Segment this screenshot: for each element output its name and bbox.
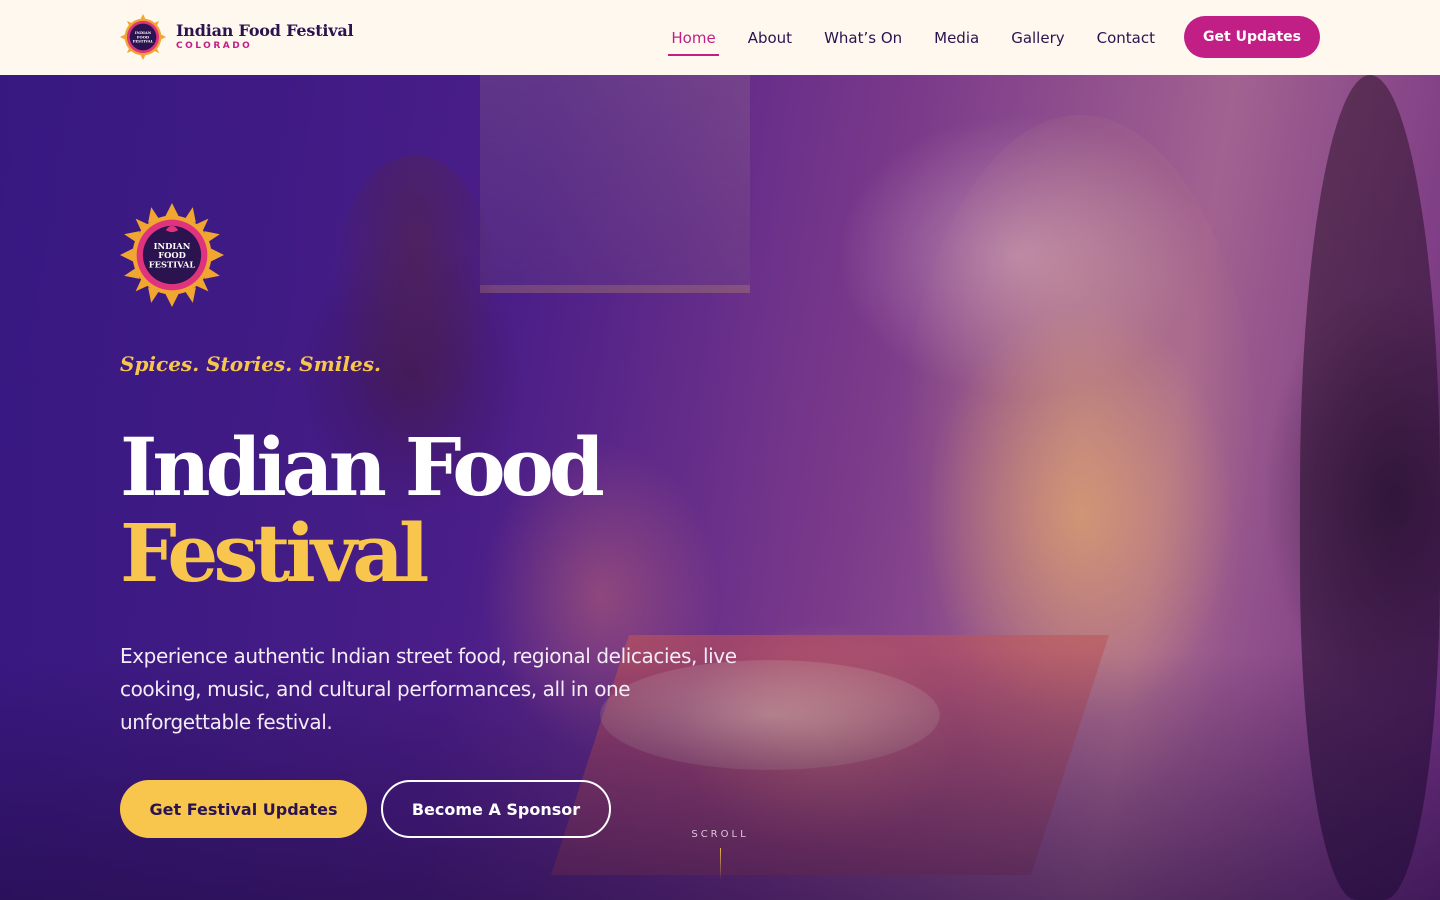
brand-name: Indian Food Festival xyxy=(176,21,354,40)
get-festival-updates-button[interactable]: Get Festival Updates xyxy=(120,780,367,838)
nav-home[interactable]: Home xyxy=(668,23,720,56)
get-updates-button[interactable]: Get Updates xyxy=(1184,16,1320,58)
festival-badge-icon: INDIAN FOOD FESTIVAL xyxy=(120,203,224,307)
nav-gallery[interactable]: Gallery xyxy=(1008,23,1067,53)
scroll-indicator[interactable]: SCROLL xyxy=(680,829,760,880)
hero-description: Experience authentic Indian street food,… xyxy=(120,644,737,734)
badge-line-1: INDIAN xyxy=(135,31,152,35)
hero-title-line-1: Indian Food xyxy=(120,420,605,514)
become-sponsor-button[interactable]: Become A Sponsor xyxy=(381,780,611,838)
badge-line-3: FESTIVAL xyxy=(133,40,154,44)
nav-whats-on[interactable]: What’s On xyxy=(821,23,905,53)
brand-location: COLORADO xyxy=(176,41,253,51)
festival-badge-icon: INDIAN FOOD FESTIVAL xyxy=(120,14,166,60)
nav-contact[interactable]: Contact xyxy=(1094,23,1158,53)
nav-media[interactable]: Media xyxy=(931,23,982,53)
hero-badge-line-3: FESTIVAL xyxy=(149,259,196,269)
badge-line-2: FOOD xyxy=(137,35,150,39)
scroll-label: SCROLL xyxy=(691,829,749,840)
scroll-line-icon xyxy=(719,848,721,880)
brand-logo-link[interactable]: INDIAN FOOD FESTIVAL Indian Food Festiva… xyxy=(120,14,354,60)
nav-about[interactable]: About xyxy=(745,23,795,53)
hero-section: INDIAN FOOD FESTIVAL Spices. Stories. Sm… xyxy=(0,75,1440,900)
hero-title-line-2: Festival xyxy=(120,506,429,600)
hero-tagline: Spices. Stories. Smiles. xyxy=(120,352,381,376)
main-nav: Home About What’s On Media Gallery Conta… xyxy=(642,0,1158,75)
site-header: INDIAN FOOD FESTIVAL Indian Food Festiva… xyxy=(0,0,1440,75)
